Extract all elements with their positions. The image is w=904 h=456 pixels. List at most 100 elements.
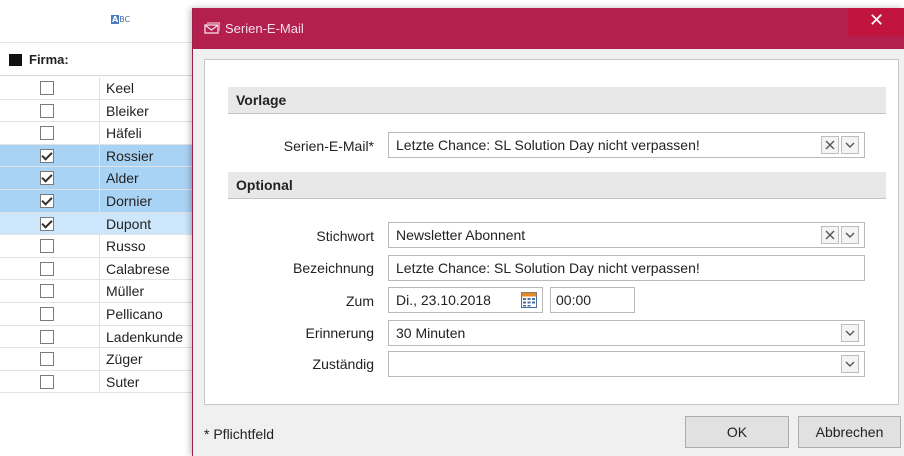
company-name: Häfeli <box>106 125 142 142</box>
clear-icon[interactable] <box>821 136 839 154</box>
text-column-icon: ABC <box>111 15 131 24</box>
grid-column-header[interactable]: ABC <box>0 0 200 42</box>
row-checkbox[interactable] <box>40 81 54 95</box>
stichwort-label: Stichwort <box>316 228 374 244</box>
stichwort-combo[interactable]: Newsletter Abonnent <box>388 222 865 248</box>
section-vorlage: Vorlage <box>228 87 886 114</box>
company-name: Russo <box>106 238 146 255</box>
table-row[interactable]: Häfeli <box>0 122 200 145</box>
chevron-down-icon[interactable] <box>841 324 859 342</box>
table-row[interactable]: Keel <box>0 77 200 100</box>
checkbox-cell[interactable] <box>0 280 100 302</box>
group-label: Firma: <box>29 52 69 67</box>
checkbox-cell[interactable] <box>0 257 100 280</box>
company-name: Dornier <box>106 192 152 209</box>
row-checkbox[interactable] <box>40 171 54 186</box>
dialog-content: Vorlage Serien-E-Mail* Letzte Chance: SL… <box>204 59 899 405</box>
close-icon: ✕ <box>868 10 885 31</box>
zustaendig-select[interactable] <box>388 351 865 377</box>
table-row[interactable]: Züger <box>0 348 200 371</box>
clear-icon[interactable] <box>821 226 839 244</box>
dialog-titlebar[interactable]: Serien-E-Mail ✕ <box>193 8 904 49</box>
checkbox-cell[interactable] <box>0 235 100 257</box>
table-row[interactable]: Alder <box>0 167 200 190</box>
company-name: Keel <box>106 80 135 96</box>
checkbox-cell[interactable] <box>0 302 100 325</box>
row-checkbox[interactable] <box>40 284 54 299</box>
serien-email-combo[interactable]: Letzte Chance: SL Solution Day nicht ver… <box>388 132 865 158</box>
checkbox-cell[interactable] <box>0 99 100 122</box>
close-button[interactable]: ✕ <box>848 8 904 36</box>
zum-date-field[interactable]: Di., 23.10.2018 <box>388 287 543 313</box>
bezeichnung-input[interactable]: Letzte Chance: SL Solution Day nicht ver… <box>388 255 865 281</box>
company-name: Züger <box>106 351 143 368</box>
erinnerung-select[interactable]: 30 Minuten <box>388 320 865 346</box>
company-name: Bleiker <box>106 102 149 119</box>
row-checkbox[interactable] <box>40 193 54 208</box>
company-name: Ladenkunde <box>106 328 184 345</box>
row-checkbox[interactable] <box>40 239 54 254</box>
serien-email-value: Letzte Chance: SL Solution Day nicht ver… <box>396 137 700 153</box>
row-checkbox[interactable] <box>40 103 54 118</box>
table-row[interactable]: Bleiker <box>0 99 200 123</box>
ok-button[interactable]: OK <box>685 416 789 448</box>
checkbox-cell[interactable] <box>0 122 100 144</box>
company-name: Dupont <box>106 215 152 232</box>
checkbox-cell[interactable] <box>0 77 100 99</box>
section-optional-title: Optional <box>236 177 293 193</box>
collapse-group-icon[interactable] <box>9 54 22 66</box>
serien-email-dialog: Serien-E-Mail ✕ Vorlage Serien-E-Mail* L… <box>192 8 904 456</box>
checkbox-cell[interactable] <box>0 212 100 235</box>
row-checkbox[interactable] <box>40 352 54 367</box>
serien-email-label: Serien-E-Mail* <box>283 138 374 154</box>
section-vorlage-title: Vorlage <box>236 92 287 108</box>
group-header-row[interactable]: Firma: <box>0 42 200 76</box>
table-row[interactable]: Pellicano <box>0 302 200 326</box>
checkbox-cell[interactable] <box>0 189 100 212</box>
table-row[interactable]: Dornier <box>0 189 200 213</box>
zum-time-value: 00:00 <box>556 292 592 308</box>
section-optional: Optional <box>228 172 886 199</box>
row-checkbox[interactable] <box>40 148 54 163</box>
zum-label: Zum <box>346 293 374 309</box>
checkbox-cell[interactable] <box>0 348 100 370</box>
checkbox-cell[interactable] <box>0 325 100 348</box>
checkbox-cell[interactable] <box>0 167 100 189</box>
company-name: Müller <box>106 283 145 300</box>
company-name: Rossier <box>106 147 154 164</box>
table-row[interactable]: Russo <box>0 235 200 258</box>
company-name: Alder <box>106 170 139 187</box>
row-checkbox[interactable] <box>40 306 54 321</box>
table-row[interactable]: Suter <box>0 370 200 394</box>
table-row[interactable]: Ladenkunde <box>0 325 200 349</box>
company-name: Pellicano <box>106 305 163 322</box>
table-row[interactable]: Dupont <box>0 212 200 236</box>
company-name: Calabrese <box>106 260 170 277</box>
bezeichnung-value: Letzte Chance: SL Solution Day nicht ver… <box>396 260 700 276</box>
zum-date-value: Di., 23.10.2018 <box>396 292 491 308</box>
zum-time-field[interactable]: 00:00 <box>550 287 635 313</box>
chevron-down-icon[interactable] <box>841 226 859 244</box>
checkbox-cell[interactable] <box>0 370 100 393</box>
cancel-button[interactable]: Abbrechen <box>798 416 901 448</box>
row-checkbox[interactable] <box>40 126 54 141</box>
table-row[interactable]: Rossier <box>0 144 200 168</box>
checkbox-cell[interactable] <box>0 144 100 167</box>
table-row[interactable]: Calabrese <box>0 257 200 281</box>
table-row[interactable]: Müller <box>0 280 200 303</box>
grid-rows: Keel Bleiker Häfeli Rossier Alder Dornier Dupo… <box>0 77 200 394</box>
chevron-down-icon[interactable] <box>841 136 859 154</box>
row-checkbox[interactable] <box>40 261 54 276</box>
stichwort-value: Newsletter Abonnent <box>396 227 526 243</box>
required-field-note: * Pflichtfeld <box>204 426 275 442</box>
mail-icon <box>204 22 220 34</box>
calendar-icon[interactable] <box>521 292 537 308</box>
zustaendig-label: Zuständig <box>312 356 374 372</box>
row-checkbox[interactable] <box>40 216 54 231</box>
row-checkbox[interactable] <box>40 329 54 344</box>
row-checkbox[interactable] <box>40 374 54 389</box>
bezeichnung-label: Bezeichnung <box>293 260 374 276</box>
chevron-down-icon[interactable] <box>841 355 859 373</box>
company-grid: ABC Firma: Keel Bleiker Häfeli Rossier Alder… <box>0 0 200 456</box>
erinnerung-value: 30 Minuten <box>396 325 466 341</box>
